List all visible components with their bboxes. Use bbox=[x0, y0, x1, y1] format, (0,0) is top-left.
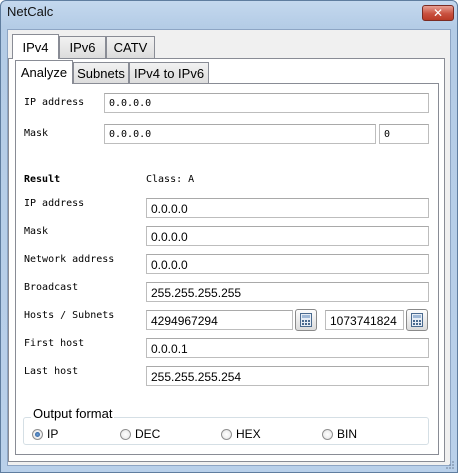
last-host-field[interactable]: 255.255.255.254 bbox=[146, 366, 429, 386]
tab-ipv6-label: IPv6 bbox=[69, 40, 96, 55]
window-title: NetCalc bbox=[7, 4, 54, 19]
result-ip-address-label: IP address bbox=[24, 198, 85, 209]
last-host-label: Last host bbox=[24, 366, 79, 377]
result-mask-label: Mask bbox=[24, 226, 49, 237]
tab-ipv4-label: IPv4 bbox=[22, 39, 49, 55]
tab-analyze-label: Analyze bbox=[20, 65, 68, 80]
tab-ipv4-to-ipv6-label: IPv4 to IPv6 bbox=[133, 66, 205, 81]
tab-subnets[interactable]: Subnets bbox=[73, 62, 129, 84]
radio-hex-label: HEX bbox=[236, 427, 261, 441]
radio-ip[interactable]: IP bbox=[32, 427, 58, 441]
radio-dec-indicator bbox=[120, 428, 131, 440]
radio-bin-indicator bbox=[322, 428, 333, 440]
calculator-icon bbox=[411, 313, 423, 327]
radio-ip-indicator bbox=[32, 428, 43, 440]
first-host-label: First host bbox=[24, 338, 85, 349]
hosts-field[interactable]: 4294967294 bbox=[146, 310, 293, 330]
hosts-calculator-button[interactable] bbox=[295, 309, 317, 331]
close-icon: ✕ bbox=[432, 6, 444, 20]
subnets-calculator-button[interactable] bbox=[406, 309, 428, 331]
radio-hex-indicator bbox=[221, 428, 232, 440]
radio-hex[interactable]: HEX bbox=[221, 427, 261, 441]
ip-address-input[interactable]: 0.0.0.0 bbox=[104, 93, 429, 113]
broadcast-field[interactable]: 255.255.255.255 bbox=[146, 282, 429, 302]
tab-ipv4-to-ipv6[interactable]: IPv4 to IPv6 bbox=[129, 62, 209, 84]
tab-analyze[interactable]: Analyze bbox=[15, 60, 73, 84]
radio-bin-label: BIN bbox=[337, 427, 358, 441]
prefix-length-input[interactable]: 0 bbox=[379, 124, 429, 144]
mask-input[interactable]: 0.0.0.0 bbox=[104, 124, 376, 144]
subnets-field[interactable]: 1073741824 bbox=[325, 310, 404, 330]
result-ip-address-field[interactable]: 0.0.0.0 bbox=[146, 198, 429, 218]
radio-dec-label: DEC bbox=[135, 427, 161, 441]
radio-bin[interactable]: BIN bbox=[322, 427, 357, 441]
result-mask-field[interactable]: 0.0.0.0 bbox=[146, 226, 429, 246]
tab-ipv6[interactable]: IPv6 bbox=[59, 36, 106, 58]
hosts-subnets-label: Hosts / Subnets bbox=[24, 310, 115, 321]
class-text: Class: A bbox=[146, 174, 195, 185]
radio-dec[interactable]: DEC bbox=[120, 427, 160, 441]
tab-catv-label: CATV bbox=[113, 40, 148, 55]
netcalc-window: NetCalc ✕ IPv4 IPv6 CATV Analyze Subnets… bbox=[0, 0, 458, 473]
broadcast-label: Broadcast bbox=[24, 282, 79, 293]
radio-ip-label: IP bbox=[47, 427, 59, 441]
tab-catv[interactable]: CATV bbox=[106, 36, 155, 58]
ip-address-label: IP address bbox=[24, 97, 85, 108]
output-format-title: Output format bbox=[31, 406, 115, 421]
calculator-icon bbox=[300, 313, 312, 327]
result-heading: Result bbox=[24, 174, 61, 185]
network-address-label: Network address bbox=[24, 254, 115, 265]
resize-grip-icon[interactable] bbox=[445, 460, 455, 470]
network-address-field[interactable]: 0.0.0.0 bbox=[146, 254, 429, 274]
mask-label: Mask bbox=[24, 128, 49, 139]
close-button[interactable]: ✕ bbox=[422, 5, 454, 21]
first-host-field[interactable]: 0.0.0.1 bbox=[146, 338, 429, 358]
tab-subnets-label: Subnets bbox=[77, 66, 125, 81]
tab-ipv4[interactable]: IPv4 bbox=[12, 34, 59, 59]
